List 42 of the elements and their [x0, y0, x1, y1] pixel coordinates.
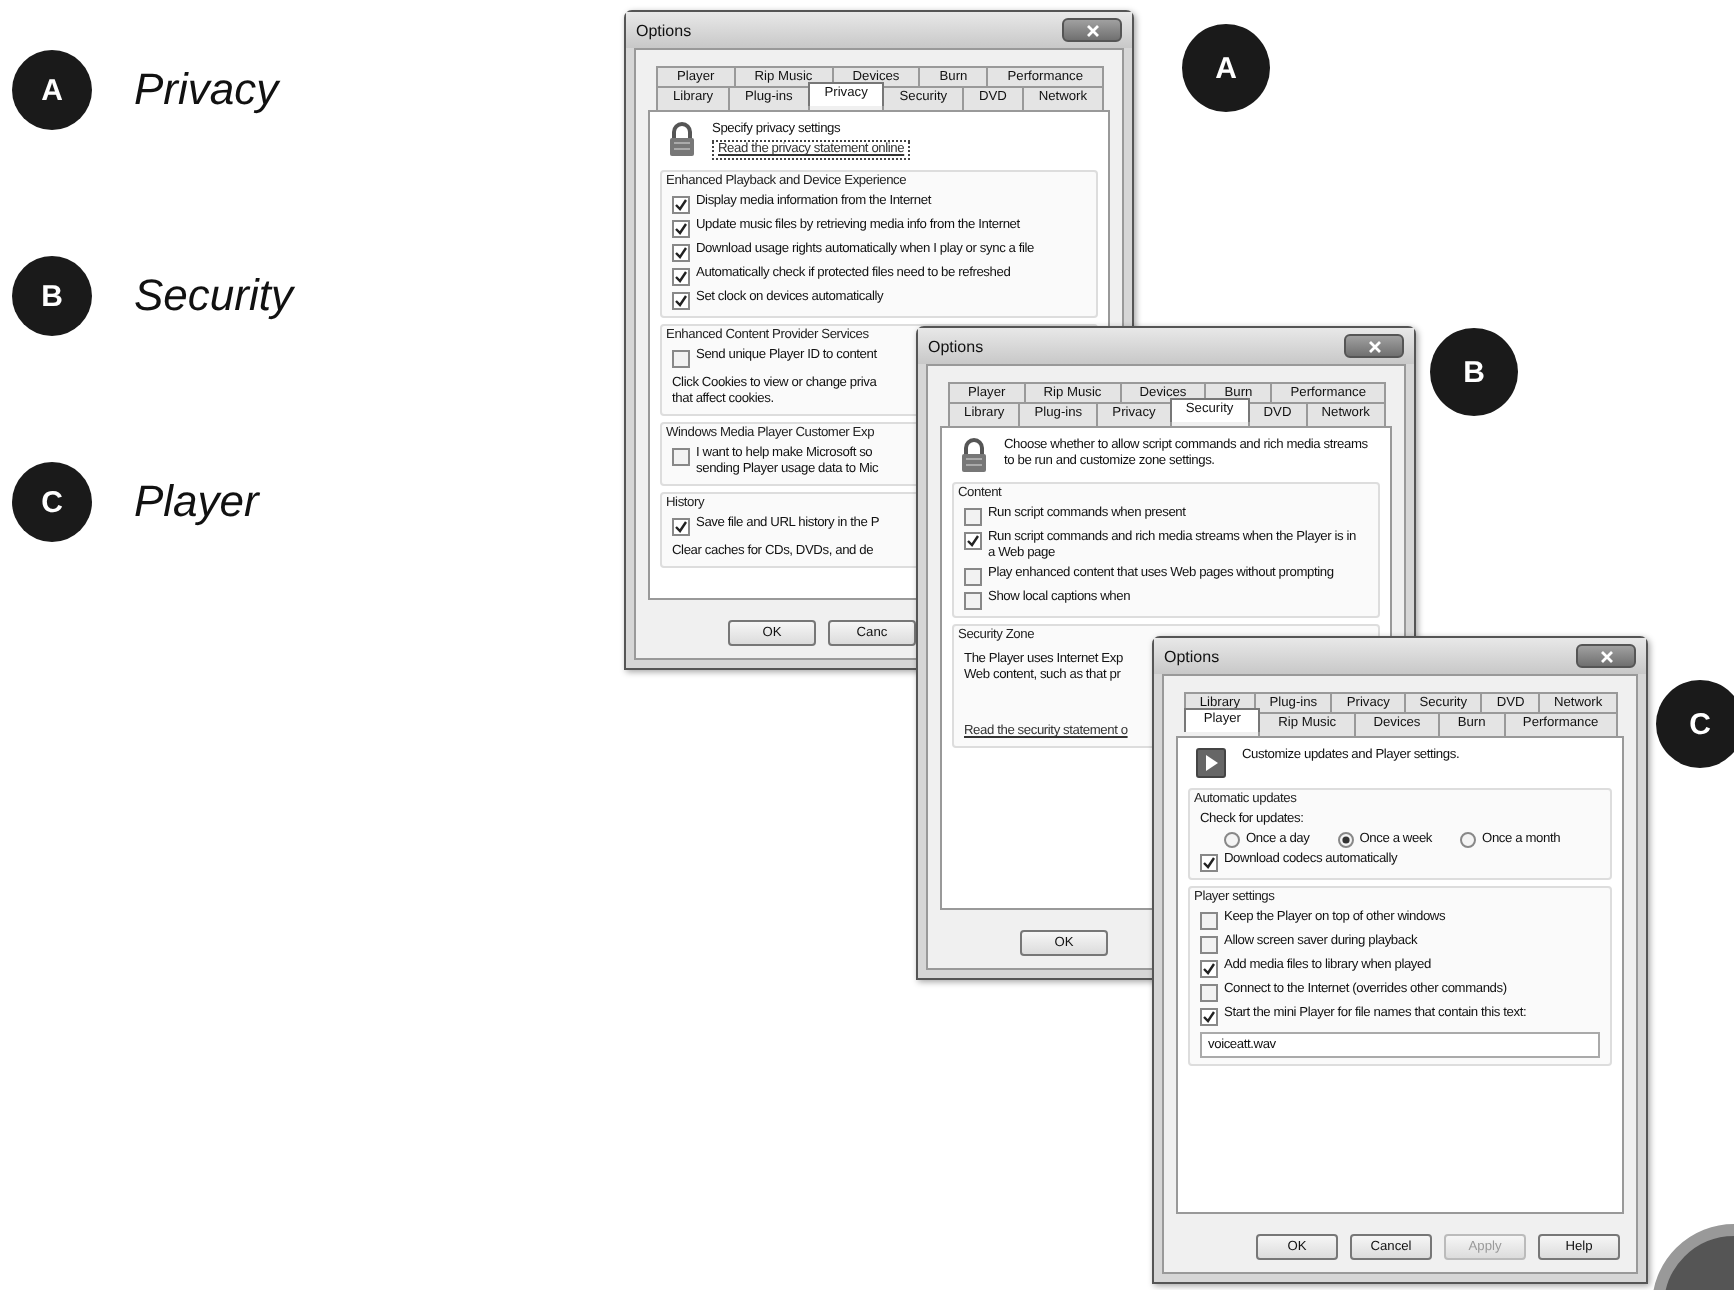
checkbox[interactable] [1200, 960, 1218, 978]
padlock-icon [960, 438, 988, 472]
window-title: Options [636, 21, 692, 39]
legend-label: Privacy [134, 64, 279, 116]
checkbox[interactable] [1200, 984, 1218, 1002]
radio-button[interactable] [1224, 832, 1240, 848]
checkbox[interactable] [1200, 912, 1218, 930]
play-icon [1196, 748, 1226, 778]
checkbox[interactable] [1200, 854, 1218, 872]
close-button[interactable] [1576, 644, 1636, 668]
close-icon [1599, 649, 1613, 663]
letter-badge: A [12, 50, 92, 130]
checkbox[interactable] [672, 518, 690, 536]
legend-label: Security [134, 270, 293, 322]
checkbox[interactable] [672, 268, 690, 286]
checkbox[interactable] [672, 292, 690, 310]
checkbox[interactable] [1200, 1008, 1218, 1026]
padlock-icon [668, 122, 696, 156]
radio-button[interactable] [1460, 832, 1477, 848]
window-title: Options [928, 337, 984, 355]
checkbox[interactable] [964, 532, 982, 550]
letter-badge: C [12, 462, 92, 542]
letter-badge: C [1656, 680, 1734, 768]
checkbox[interactable] [1200, 936, 1218, 954]
close-button[interactable] [1062, 18, 1122, 42]
checkbox[interactable] [672, 350, 690, 368]
close-button[interactable] [1344, 334, 1404, 358]
letter-badge: B [12, 256, 92, 336]
checkbox[interactable] [672, 244, 690, 262]
checkbox[interactable] [964, 508, 982, 526]
close-icon [1085, 23, 1099, 37]
checkbox[interactable] [964, 592, 982, 610]
checkbox[interactable] [672, 196, 690, 214]
checkbox[interactable] [672, 220, 690, 238]
radio-button[interactable] [1337, 832, 1354, 848]
legend-label: Player [134, 476, 259, 528]
checkbox[interactable] [964, 568, 982, 586]
close-icon [1367, 339, 1381, 353]
window-title: Options [1164, 647, 1220, 665]
letter-badge: A [1182, 24, 1270, 112]
letter-badge: B [1430, 328, 1518, 416]
checkbox[interactable] [672, 448, 690, 466]
